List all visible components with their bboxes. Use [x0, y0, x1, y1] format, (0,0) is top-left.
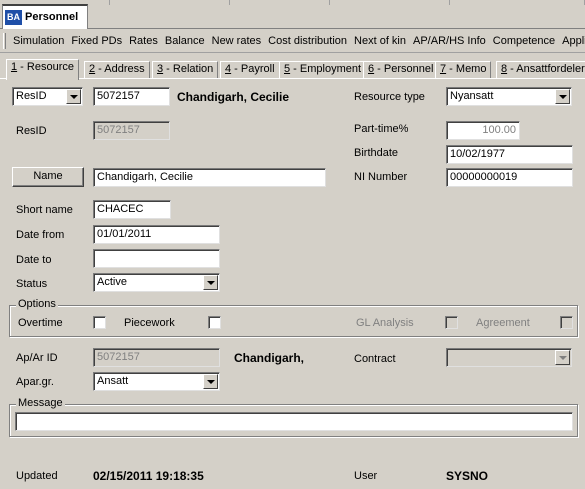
- tab-label: - Personnel: [374, 63, 434, 75]
- apar-group-select[interactable]: Ansatt: [93, 372, 220, 391]
- tab-7[interactable]: 7 - Memo: [435, 61, 492, 79]
- overtime-checkbox[interactable]: [93, 316, 106, 329]
- tab-2[interactable]: 2 - Address: [84, 61, 150, 79]
- tab-5[interactable]: 5 - Employment: [279, 61, 367, 79]
- piecework-checkbox[interactable]: [208, 316, 221, 329]
- updated-label: Updated: [16, 470, 58, 482]
- date-from-input[interactable]: 01/01/2011: [93, 225, 220, 244]
- resid-input[interactable]: 5072157: [93, 87, 170, 106]
- chevron-down-icon[interactable]: [555, 89, 570, 104]
- tab-label: - Ansattfordeler: [507, 63, 585, 75]
- date-from-label: Date from: [16, 229, 65, 241]
- document-tab-label: Personnel: [25, 11, 79, 23]
- strip-segment: [230, 0, 330, 5]
- apar-name-display: Chandigarh,: [234, 351, 305, 365]
- short-name-label: Short name: [16, 204, 73, 216]
- menu-item[interactable]: New rates: [212, 35, 262, 47]
- short-name-input[interactable]: CHACEC: [93, 200, 171, 219]
- date-to-input[interactable]: [93, 249, 220, 268]
- agreement-checkbox: [560, 316, 573, 329]
- strip-segment: [450, 0, 585, 5]
- menu-item[interactable]: Rates: [129, 35, 158, 47]
- resource-type-select[interactable]: Nyansatt: [446, 87, 572, 106]
- menu-item[interactable]: Fixed PDs: [71, 35, 122, 47]
- apar-group-value: Ansatt: [97, 375, 129, 387]
- menu-items: Simulation Fixed PDs Rates Balance New rates…: [13, 35, 585, 47]
- gl-analysis-label: GL Analysis: [356, 317, 414, 329]
- tab-4[interactable]: 4 - Payroll: [220, 61, 280, 79]
- apar-id-field: 5072157: [93, 348, 220, 367]
- menu-toolbar: Simulation Fixed PDs Rates Balance New rates…: [0, 29, 585, 53]
- tab-1[interactable]: 1 - Resource: [6, 59, 79, 80]
- user-value: SYSNO: [446, 469, 489, 483]
- tab-label: - Memo: [446, 63, 487, 75]
- resid-readonly-field: 5072157: [93, 121, 170, 140]
- agreement-label: Agreement: [476, 317, 530, 329]
- apar-id-label: Ap/Ar ID: [16, 352, 58, 364]
- status-select[interactable]: Active: [93, 273, 220, 292]
- menu-item[interactable]: Cost distribution: [268, 35, 347, 47]
- status-label: Status: [16, 278, 48, 290]
- name-input[interactable]: Chandigarh, Cecilie: [93, 168, 326, 187]
- app-logo-icon: BA: [5, 10, 22, 25]
- chevron-down-icon[interactable]: [203, 374, 218, 389]
- tab-label: - Address: [95, 63, 145, 75]
- tab-8[interactable]: 8 - Ansattfordeler: [496, 61, 585, 79]
- piecework-label: Piecework: [124, 317, 175, 329]
- tab-3[interactable]: 3 - Relation: [152, 61, 219, 79]
- menu-item[interactable]: AP/AR/HS Info: [413, 35, 486, 47]
- menu-item[interactable]: Applica: [562, 35, 585, 47]
- menu-item[interactable]: Balance: [165, 35, 205, 47]
- resid-selector[interactable]: ResID: [12, 87, 83, 106]
- ni-number-input[interactable]: 00000000019: [446, 168, 573, 187]
- status-value: Active: [97, 276, 127, 288]
- contract-select: [446, 348, 572, 367]
- options-legend: Options: [16, 298, 58, 310]
- gl-analysis-checkbox: [445, 316, 458, 329]
- strip-segment: [90, 0, 110, 5]
- message-input[interactable]: [15, 412, 573, 431]
- tab-label: - Payroll: [231, 63, 275, 75]
- menu-item[interactable]: Next of kin: [354, 35, 406, 47]
- chevron-down-icon: [555, 350, 570, 365]
- contract-label: Contract: [354, 353, 396, 365]
- resource-type-label: Resource type: [354, 91, 425, 103]
- birthdate-label: Birthdate: [354, 147, 399, 159]
- personnel-document-tab[interactable]: BA Personnel: [2, 4, 88, 30]
- date-to-label: Date to: [16, 254, 52, 266]
- chevron-down-icon[interactable]: [66, 89, 81, 104]
- tab-label: - Relation: [163, 63, 214, 75]
- apar-group-label: Apar.gr.: [16, 376, 54, 388]
- resid-label: ResID: [16, 125, 47, 137]
- parttime-input[interactable]: 100.00: [446, 121, 520, 140]
- message-legend: Message: [16, 397, 65, 409]
- tab-panel-edge: [0, 78, 585, 79]
- name-button[interactable]: Name: [12, 167, 84, 187]
- tab-6[interactable]: 6 - Personnel: [363, 61, 439, 79]
- chevron-down-icon[interactable]: [203, 275, 218, 290]
- birthdate-input[interactable]: 10/02/1977: [446, 145, 573, 164]
- resource-name-display: Chandigarh, Cecilie: [177, 90, 290, 104]
- toolbar-grip[interactable]: [3, 33, 6, 49]
- tab-label: - Employment: [290, 63, 362, 75]
- updated-value: 02/15/2011 19:18:35: [93, 469, 204, 483]
- resource-type-value: Nyansatt: [450, 90, 494, 102]
- strip-segment: [110, 0, 230, 5]
- strip-segment: [330, 0, 450, 5]
- resid-selector-value: ResID: [16, 90, 47, 102]
- ni-number-label: NI Number: [354, 171, 408, 183]
- menu-item[interactable]: Simulation: [13, 35, 64, 47]
- menu-item[interactable]: Competence: [493, 35, 555, 47]
- parttime-label: Part-time%: [354, 123, 409, 135]
- overtime-label: Overtime: [18, 317, 63, 329]
- user-label: User: [354, 470, 378, 482]
- tab-label: - Resource: [17, 61, 74, 73]
